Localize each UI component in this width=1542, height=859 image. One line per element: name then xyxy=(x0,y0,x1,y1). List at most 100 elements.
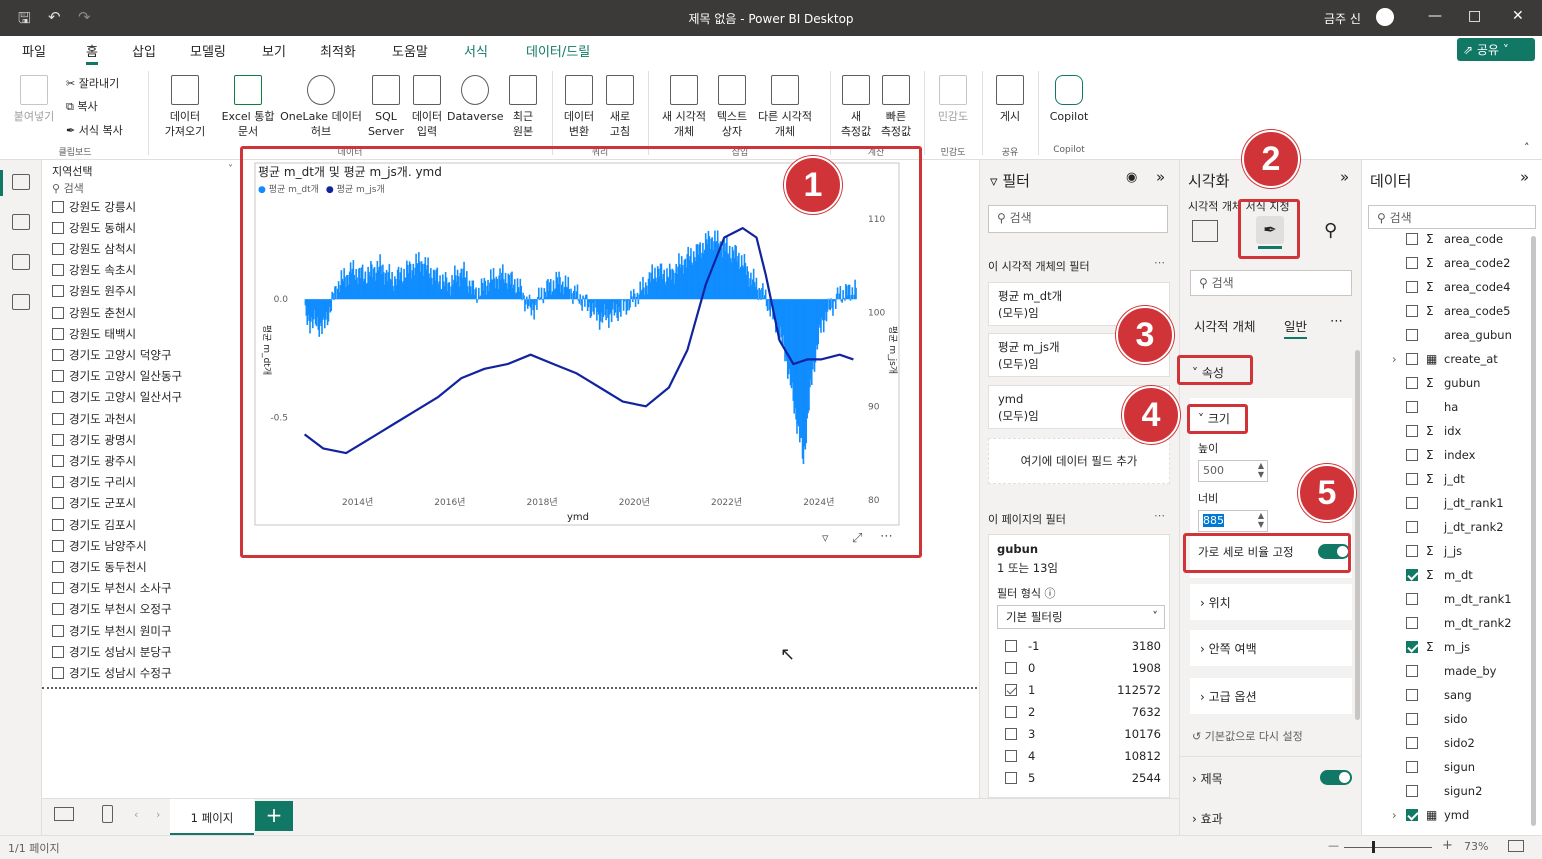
scrollbar[interactable] xyxy=(1355,350,1360,720)
checkbox[interactable] xyxy=(1406,425,1418,437)
tab-insert[interactable]: 삽입 xyxy=(132,41,156,60)
fit-page-icon[interactable] xyxy=(1508,840,1524,852)
checkbox[interactable] xyxy=(52,348,64,361)
filter-type-select[interactable]: 기본 필터링 ˅ xyxy=(997,605,1165,629)
height-input[interactable]: 500 ▲ ▼ xyxy=(1198,460,1268,482)
checkbox[interactable] xyxy=(1406,521,1418,533)
checkbox[interactable] xyxy=(1406,761,1418,773)
more-options-icon[interactable]: ⋯ xyxy=(1330,314,1343,329)
model-view-icon[interactable] xyxy=(12,254,30,270)
field-item[interactable]: m_dt_rank2 xyxy=(1406,614,1512,632)
slicer-item[interactable]: 경기도 과천시 xyxy=(52,408,136,429)
checkbox[interactable] xyxy=(52,200,64,213)
checkbox[interactable] xyxy=(1406,809,1418,821)
field-item[interactable]: sido xyxy=(1406,710,1468,728)
title-toggle[interactable] xyxy=(1320,770,1352,785)
close-icon[interactable]: ✕ xyxy=(1512,8,1524,24)
checkbox[interactable] xyxy=(1406,785,1418,797)
cut-button[interactable]: ✂ 잘라내기 xyxy=(66,75,119,91)
checkbox[interactable] xyxy=(52,306,64,319)
filter-value-row[interactable]: 3 10176 xyxy=(1005,727,1161,741)
filter-value-row[interactable]: 4 10812 xyxy=(1005,749,1161,763)
checkbox[interactable] xyxy=(52,539,64,552)
recent-sources-button[interactable]: 최근 원본 xyxy=(502,75,544,139)
scrollbar[interactable] xyxy=(1531,236,1536,826)
filters-search-input[interactable]: ⚲ 검색 xyxy=(988,205,1168,233)
collapse-ribbon-icon[interactable]: ˄ xyxy=(1524,141,1530,154)
slicer-item[interactable]: 경기도 부천시 원미구 xyxy=(52,620,172,641)
checkbox[interactable] xyxy=(1406,401,1418,413)
slicer-item[interactable]: 경기도 구리시 xyxy=(52,472,136,493)
sql-server-button[interactable]: SQL Server xyxy=(364,75,408,139)
textbox-button[interactable]: 텍스트 상자 xyxy=(712,75,752,139)
slicer-item[interactable]: 경기도 성남시 분당구 xyxy=(52,641,172,662)
enter-data-button[interactable]: 데이터 입력 xyxy=(406,75,448,139)
slicer-region[interactable]: 지역선택 ˅ ⚲ 검색 강원도 강릉시 강원도 동해시 강원도 삼척시 강원도 속초시… xyxy=(44,160,240,685)
quick-measure-button[interactable]: 빠른 측정값 xyxy=(874,75,918,139)
dax-query-view-icon[interactable] xyxy=(12,294,30,310)
slicer-item[interactable]: 경기도 고양시 일산서구 xyxy=(52,387,182,408)
publish-button[interactable]: 게시 xyxy=(988,75,1032,124)
checkbox[interactable] xyxy=(1406,353,1418,365)
checkbox[interactable] xyxy=(52,370,64,383)
checkbox[interactable] xyxy=(1406,329,1418,341)
checkbox[interactable] xyxy=(52,645,64,658)
filter-value-row[interactable]: 1 112572 xyxy=(1005,683,1161,697)
checkbox[interactable] xyxy=(1406,233,1418,245)
effects-section[interactable]: › 효과 xyxy=(1192,810,1223,827)
chevron-right-icon[interactable]: › xyxy=(1392,352,1397,366)
checkbox[interactable] xyxy=(52,497,64,510)
collapse-pane-icon[interactable]: » xyxy=(1156,168,1165,186)
advanced-section[interactable]: › 고급 옵션 xyxy=(1190,678,1352,714)
reset-default-button[interactable]: ↺ 기본값으로 다시 설정 xyxy=(1192,728,1303,744)
checkbox[interactable] xyxy=(52,242,64,255)
collapse-pane-icon[interactable]: » xyxy=(1340,168,1349,186)
slicer-item[interactable]: 경기도 고양시 일산동구 xyxy=(52,366,182,387)
checkbox[interactable] xyxy=(52,666,64,679)
field-item[interactable]: sang xyxy=(1406,686,1472,704)
tab-view[interactable]: 보기 xyxy=(262,41,286,60)
checkbox[interactable] xyxy=(52,412,64,425)
checkbox[interactable] xyxy=(1406,377,1418,389)
slicer-item[interactable]: 경기도 부천시 소사구 xyxy=(52,578,172,599)
paste-button[interactable]: 붙여넣기 xyxy=(8,75,60,124)
checkbox[interactable] xyxy=(1406,569,1418,581)
format-painter-button[interactable]: ✒ 서식 복사 xyxy=(66,122,123,138)
tab-optimize[interactable]: 최적화 xyxy=(320,41,356,60)
slicer-search-input[interactable]: ⚲ 검색 xyxy=(52,180,84,196)
slicer-item[interactable]: 강원도 원주시 xyxy=(52,281,136,302)
title-section[interactable]: › 제목 xyxy=(1192,770,1223,787)
excel-button[interactable]: Excel 통합 문서 xyxy=(218,75,278,139)
build-visual-icon[interactable] xyxy=(1192,220,1218,242)
zoom-slider[interactable] xyxy=(1344,847,1432,848)
width-input[interactable]: 885 ▲ ▼ xyxy=(1198,510,1268,532)
checkbox[interactable] xyxy=(1406,497,1418,509)
gubun-filter-card[interactable]: gubun 1 또는 13임 필터 형식 ⓘ 기본 필터링 ˅ -1 3180 0 19… xyxy=(988,534,1170,798)
slicer-item[interactable]: 경기도 성남시 수정구 xyxy=(52,662,172,683)
slicer-item[interactable]: 경기도 부천시 오정구 xyxy=(52,599,172,620)
filter-value-row[interactable]: 0 1908 xyxy=(1005,661,1161,675)
checkbox[interactable] xyxy=(1005,640,1017,652)
checkbox[interactable] xyxy=(1406,473,1418,485)
checkbox[interactable] xyxy=(1406,641,1418,653)
chevron-down-icon[interactable]: ˅ xyxy=(228,164,233,175)
tab-help[interactable]: 도움말 xyxy=(392,41,428,60)
checkbox[interactable] xyxy=(52,518,64,531)
report-view-icon[interactable] xyxy=(12,174,30,190)
more-visuals-button[interactable]: 다른 시각적 개체 xyxy=(752,75,818,139)
refresh-button[interactable]: 새로 고침 xyxy=(602,75,638,139)
slicer-item[interactable]: 경기도 동두천시 xyxy=(52,556,147,577)
checkbox[interactable] xyxy=(1406,593,1418,605)
avatar[interactable] xyxy=(1376,8,1394,26)
tab-format[interactable]: 서식 xyxy=(464,41,488,60)
field-item[interactable]: Σj_js xyxy=(1406,542,1462,560)
zoom-slider-handle[interactable] xyxy=(1372,841,1375,853)
checkbox[interactable] xyxy=(1406,689,1418,701)
tab-modeling[interactable]: 모델링 xyxy=(190,41,226,60)
filter-value-row[interactable]: 2 7632 xyxy=(1005,705,1161,719)
share-button[interactable]: ⇗ 공유 ˅ xyxy=(1457,38,1535,61)
position-section[interactable]: › 위치 xyxy=(1190,584,1352,620)
field-item[interactable]: j_dt_rank1 xyxy=(1406,494,1504,512)
checkbox[interactable] xyxy=(1005,772,1017,784)
onelake-button[interactable]: OneLake 데이터 허브 xyxy=(278,75,364,139)
